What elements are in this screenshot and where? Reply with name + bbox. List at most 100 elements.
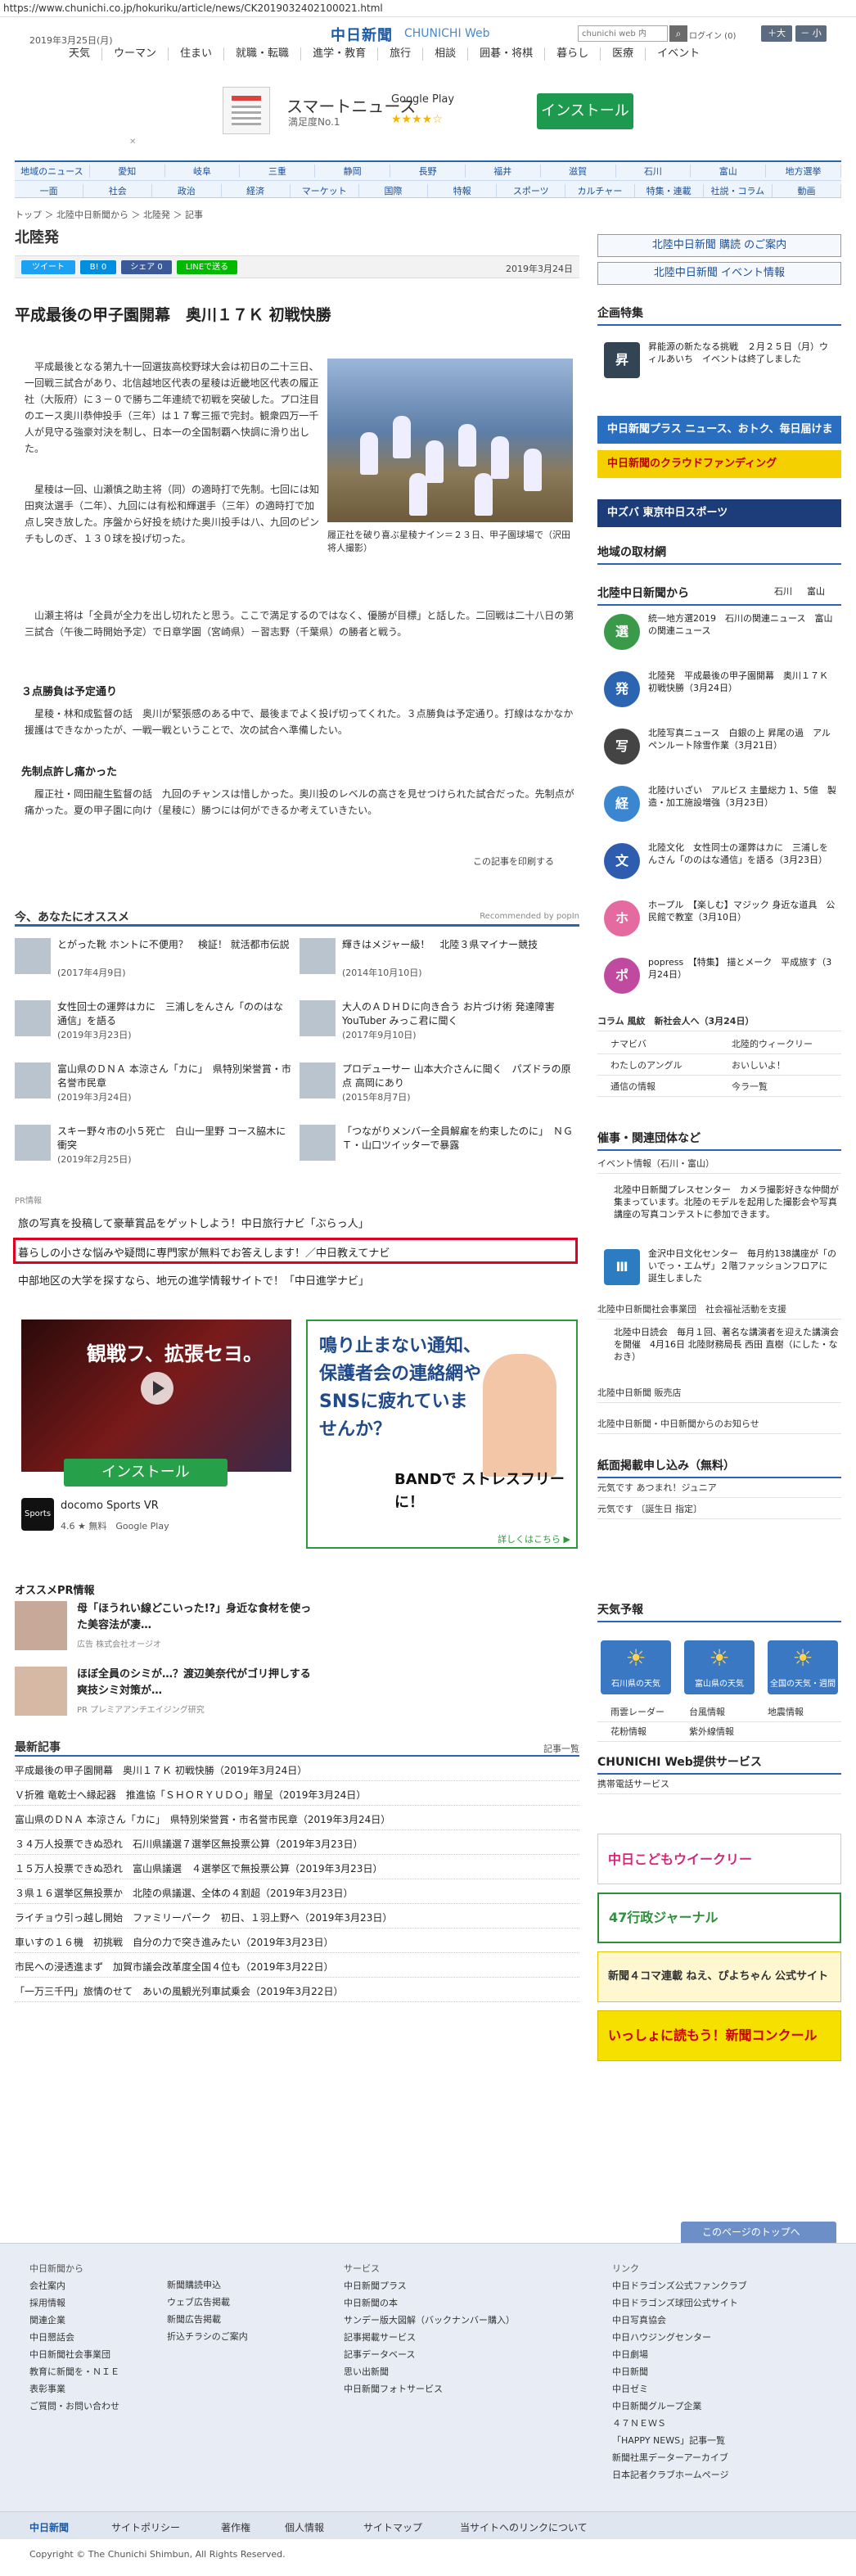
weather-national[interactable]: ☀ 全国の天気・週間 [768,1640,838,1694]
side-link[interactable]: わたしのアングル [597,1056,719,1076]
footer-link[interactable]: 折込チラシのご案内 [167,2328,248,2345]
rnav-item[interactable]: 社会 [83,183,153,197]
footer-bottom-link[interactable]: サイトポリシー [111,2520,180,2534]
recommend-item[interactable]: 女性回士の運弊はカに 三浦しをんさん「ののはな通信」を語る (2019年3月23日… [15,1000,293,1043]
hokuriku-item[interactable]: 文北陸文化 女性同士の運弊はカに 三浦しをんさん「ののはな通信」を語る（3月23… [597,840,841,889]
weather-link[interactable]: 地震情報 [755,1703,833,1722]
recommend-item[interactable]: 富山県のＤＮＡ 本涼さん「カに」 県特別栄誉賞・市名誉市民章 (2019年3月24… [15,1062,293,1105]
line-share-button[interactable]: LINEで送る [177,260,237,274]
side-link[interactable]: 通信の情報 [597,1077,719,1097]
footer-link[interactable]: 新聞広告掲載 [167,2311,248,2328]
hokuriku-item[interactable]: 発北陸発 平成最後の甲子園開幕 奥川１７Ｋ 初戦快勝（3月24日） [597,668,841,717]
weather-ishikawa[interactable]: ☀ 石川県の天気 [601,1640,671,1694]
footer-link[interactable]: 思い出新聞 [344,2363,515,2380]
kikaku-item[interactable]: 昇昇能源の新たなる挑戦 ２月２５日（月）ウィルあいち イベントは終了しました [597,339,841,388]
weather-toyama[interactable]: ☀ 富山県の天気 [684,1640,755,1694]
facebook-share-button[interactable]: シェア 0 [121,260,172,274]
gnav-item[interactable]: 就職・転職 [224,47,302,61]
service-link[interactable]: 携帯電話サービス [597,1775,841,1794]
article-photo[interactable] [327,359,573,522]
video-ad[interactable]: 観戦フ、拡張セヨ。 インストール Sports VR docomo Sports… [15,1320,298,1551]
rnav-item[interactable]: 滋賀 [541,165,616,178]
footer-bottom-link[interactable]: 当サイトへのリンクについて [460,2520,588,2534]
rnav-item[interactable]: 富山 [691,165,767,178]
footer-link[interactable]: 中日ドラゴンズ球団公式サイト [612,2294,747,2312]
ad-install-button[interactable]: インストール [64,1459,228,1487]
site-logo-sub[interactable]: CHUNICHI Web [404,27,490,40]
gnav-item[interactable]: 旅行 [378,47,424,61]
footer-link[interactable]: 表彰事業 [29,2380,119,2398]
recommend-item[interactable]: 大人のＡＤＨＤに向き合う お片づけ術 発達障害YouTuber みっこ君に聞く (… [300,1000,578,1043]
hatena-button[interactable]: B! 0 [80,260,116,274]
pr-link[interactable]: 旅の写真を投稿して豪華賞品をゲットしよう！中日旅行ナビ「ぶらっ人」 [18,1215,574,1230]
footer-link[interactable]: 中日新聞フォトサービス [344,2380,515,2398]
crowdfunding-banner[interactable]: 中日新聞のクラウドファンディング [597,450,841,478]
piyochan-banner[interactable]: 新聞４コマ連載 ねえ、ぴよちゃん 公式サイト [597,1951,841,2002]
latest-item[interactable]: 車いすの１６機 初挑戦 自分の力で突き進みたい（2019年3月23日） [15,1932,579,1953]
latest-item[interactable]: 市民への浸透進まず 加賀市議会改革度全国４位も（2019年3月22日） [15,1956,579,1978]
site-logo[interactable]: 中日新聞 [331,24,393,45]
weather-link[interactable]: 雨雲レーダー [597,1703,676,1722]
recommend-item[interactable]: スキー野々市の小５死亡 白山一里野 コース脇木に衝突 (2019年2月25日) [15,1125,293,1167]
rnav-item[interactable]: 地方選挙 [766,165,841,178]
paper-link[interactable]: 元気です 〔誕生日 指定〕 [597,1500,841,1519]
weather-link[interactable]: 台風情報 [676,1703,755,1722]
gnav-item[interactable]: ウーマン [102,47,169,61]
popin-credit[interactable]: Recommended by popIn [480,912,579,921]
bunko2-link[interactable]: 北陸中日新聞 販売店 [597,1383,841,1403]
breadcrumb[interactable]: トップ ＞ 北陸中日新聞から ＞ 北陸発 ＞ 記事 [15,208,203,221]
rnav-item[interactable]: 動画 [773,183,842,197]
rnav-item[interactable]: 社説・コラム [704,183,773,197]
weather-link[interactable]: 花粉情報 [597,1722,676,1742]
rnav-item[interactable]: 三重 [240,165,316,178]
oshirase-link[interactable]: 北陸中日新聞・中日新聞からのお知らせ [597,1414,841,1434]
search-input[interactable] [578,25,668,42]
recommend-item[interactable]: 「つながりメンバー全員解雇を約束したのに」 ＮＧＴ・山口ツイッターで暴露 [300,1125,578,1167]
footer-link[interactable]: 日本記者クラブホームページ [612,2466,747,2484]
events-link[interactable]: イベント情報（石川・富山） [597,1154,841,1174]
chuzuba-banner[interactable]: 中ズバ 東京中日スポーツ [597,499,841,527]
latest-item[interactable]: ライチョウ引っ越し開始 ファミリーパーク 初日、１羽上野へ（2019年3月23日… [15,1907,579,1929]
rnav-item[interactable]: スポーツ [497,183,566,197]
footer-logo[interactable]: 中日新聞 [29,2520,69,2534]
chunichi-plus-banner[interactable]: 中日新聞プラス ニュース、おトク、毎日届けます [597,416,841,463]
rnav-item[interactable]: 経済 [222,183,291,197]
press-center-text[interactable]: 北陸中日新聞プレスセンター カメラ撮影好きな仲間が集まっています。北陸のモデルを… [614,1184,840,1220]
tab-toyama[interactable]: 富山 [807,584,825,598]
ad-video[interactable]: 観戦フ、拡張セヨ。 [21,1320,291,1472]
rnav-item[interactable]: 特集・連載 [635,183,704,197]
ad-more-link[interactable]: 詳しくはこちら ▶ [498,1532,570,1545]
address-bar[interactable]: https://www.chunichi.co.jp/hokuriku/arti… [0,0,856,16]
footer-link[interactable]: 中日ドラゴンズ公式ファンクラブ [612,2277,747,2294]
print-link[interactable]: この記事を印刷する [473,855,554,868]
rnav-item[interactable]: 愛知 [90,165,165,178]
gnav-item[interactable]: 天気 [57,47,103,61]
side-link[interactable]: 今ラ一覧 [719,1077,840,1097]
weather-link[interactable]: 紫外線情報 [676,1722,755,1742]
paper-link[interactable]: 元気です あつまれ！ジュニア [597,1478,841,1498]
rnav-item[interactable]: 特報 [428,183,498,197]
rnav-item[interactable]: 静岡 [315,165,391,178]
latest-item[interactable]: ３県１６選挙区無投票か 北陸の県議選、全体の４割超（2019年3月23日） [15,1883,579,1904]
font-plus-button[interactable]: ＋大 [761,25,792,42]
ospr-item[interactable]: ほぼ全員のシミが…？渡辺美奈代がゴリ押しする爽技シミ対策が… PR プレミアアンチ… [15,1667,311,1716]
footer-link[interactable]: 会社案内 [29,2277,119,2294]
recommend-item[interactable]: とがった靴 ホントに不便用？ 検証！ 就活都市伝説 (2017年4月9日) [15,938,293,981]
fund-link[interactable]: 北陸中日新聞社会事業団 社会福祉活動を支援 [597,1300,841,1320]
rnav-item[interactable]: 地域のニュース [15,165,90,178]
play-icon[interactable] [141,1372,173,1405]
latest-item[interactable]: 富山県のＤＮＡ 本涼さん「カに」 県特別栄誉賞・市名誉市民章（2019年3月24… [15,1809,579,1830]
local-network-header[interactable]: 地域の取材網 [597,544,841,565]
side-link[interactable]: 北陸的ウィークリー [719,1035,840,1054]
recommend-item[interactable]: プロデューサー 山本大介さんに聞く パズドラの原点 高岡にあり (2015年8月7… [300,1062,578,1105]
recommend-item[interactable]: 輝きはメジャー級！ 北陸３県マイナー競技 (2014年10月10日) [300,938,578,981]
kanazawa-item[interactable]: Ⅲ 金沢中日文化センター 毎月約138講座が「のいでっ・エムザ」２階ファッションフ… [597,1246,841,1295]
footer-link[interactable]: 中日ハウジングセンター [612,2329,747,2346]
footer-link[interactable]: 教育に新聞を・ＮＩＥ [29,2363,119,2380]
login-link[interactable]: ログイン (0) [689,29,736,41]
footer-link[interactable]: ウェブ広告掲載 [167,2294,248,2311]
band-ad[interactable]: 鳴り止まない通知、保護者会の連絡網やSNSに疲れていませんか？ BANDで スト… [306,1320,578,1549]
footer-link[interactable]: 中日懇話会 [29,2329,119,2346]
latest-more-link[interactable]: 記事一覧 [543,1742,579,1755]
gnav-item[interactable]: 住まい [169,47,225,61]
